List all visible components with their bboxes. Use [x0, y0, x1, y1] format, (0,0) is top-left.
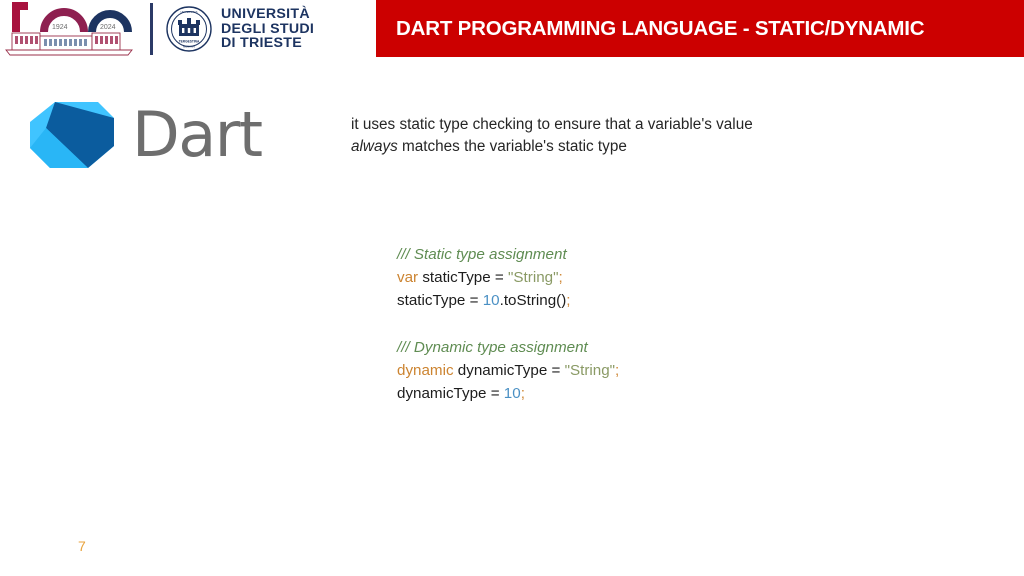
page-number: 7 — [78, 538, 86, 554]
code-token-punct: ; — [566, 292, 571, 310]
code-token-plain: .toString() — [499, 292, 567, 310]
code-token-string: "String" — [564, 361, 616, 379]
svg-text:UNIVERSITAS: UNIVERSITAS — [180, 10, 197, 14]
code-line: dynamicType = 10; — [397, 382, 619, 405]
dart-mark-icon — [28, 100, 116, 170]
anniversary-100-logo: 1924 2024 — [4, 2, 134, 56]
code-token-keyword: dynamic — [397, 361, 454, 379]
code-token-plain: staticType = — [418, 269, 509, 287]
dart-wordmark: Dart — [132, 98, 263, 171]
code-token-comment: /// Dynamic type assignment — [397, 338, 588, 356]
svg-text:MCMXXIV: MCMXXIV — [183, 45, 195, 49]
code-token-comment: /// Static type assignment — [397, 246, 567, 263]
code-token-punct: ; — [558, 269, 563, 287]
title-band: DART PROGRAMMING LANGUAGE - STATIC/DYNAM… — [376, 0, 1024, 57]
svg-text:1924: 1924 — [52, 24, 68, 31]
code-line: var staticType = "String"; — [397, 266, 619, 289]
university-seal-icon: TERGESTINA MCMXXIV UNIVERSITAS — [166, 6, 212, 52]
header-divider — [150, 3, 153, 55]
header-logo-area: 1924 2024 TERGESTINA MCMXXIV UNIVERSITAS… — [0, 0, 376, 58]
code-token-number: 10 — [482, 292, 500, 310]
code-token-keyword: var — [397, 269, 419, 287]
dart-logo: Dart — [28, 98, 278, 175]
code-token-number: 10 — [503, 385, 521, 403]
university-wordmark: UNIVERSITÀ DEGLI STUDI DI TRIESTE — [221, 7, 371, 51]
university-line-2: DEGLI STUDI — [221, 20, 315, 37]
code-token-string: "String" — [508, 269, 559, 287]
code-line: dynamic dynamicType = "String"; — [397, 359, 619, 382]
code-token-plain: dynamicType = — [397, 385, 504, 403]
slide-header: 1924 2024 TERGESTINA MCMXXIV UNIVERSITAS… — [0, 0, 1024, 58]
code-line: /// Dynamic type assignment — [397, 336, 619, 359]
body-text-before: it uses static type checking to ensure t… — [351, 116, 753, 133]
university-line-1: UNIVERSITÀ — [221, 6, 310, 22]
body-text-after: matches the variable's static type — [397, 138, 627, 155]
code-token-plain: staticType = — [397, 292, 483, 310]
svg-text:TERGESTINA: TERGESTINA — [179, 40, 200, 44]
body-paragraph: it uses static type checking to ensure t… — [351, 114, 801, 158]
code-token-punct: ; — [615, 361, 620, 379]
code-line: /// Static type assignment — [397, 243, 619, 266]
code-line: staticType = 10.toString(); — [397, 289, 619, 312]
svg-text:2024: 2024 — [100, 24, 116, 31]
code-snippet: /// Static type assignment var staticType… — [397, 243, 619, 405]
code-token-punct: ; — [520, 385, 525, 403]
page-title: DART PROGRAMMING LANGUAGE - STATIC/DYNAM… — [396, 16, 925, 40]
body-text-emphasis: always — [351, 138, 398, 155]
university-line-3: DI TRIESTE — [221, 35, 303, 51]
code-token-plain: dynamicType = — [453, 361, 565, 379]
